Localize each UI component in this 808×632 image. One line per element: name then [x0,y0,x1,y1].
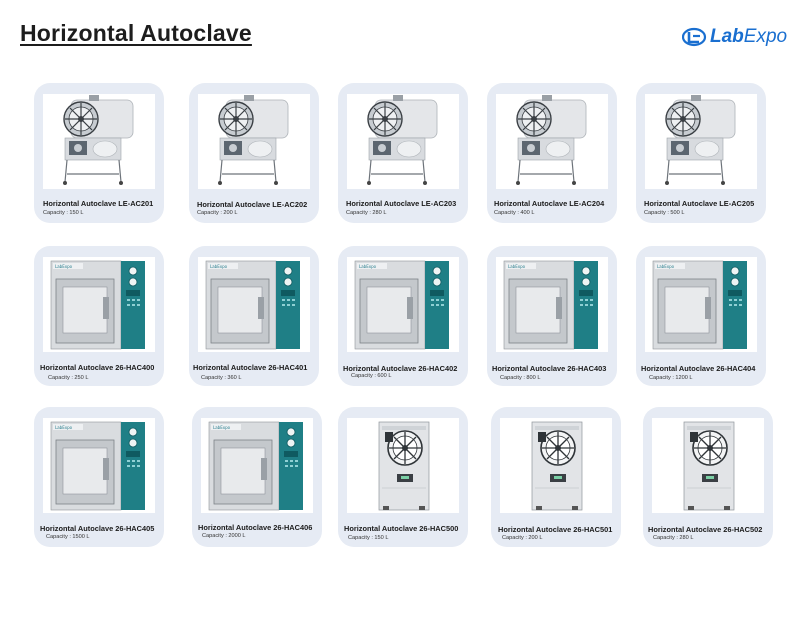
svg-text:LabExpo: LabExpo [213,425,231,430]
product-card[interactable]: Horizontal Autoclave LE-AC204 Capacity : … [487,83,617,223]
product-card[interactable]: Horizontal Autoclave LE-AC202 Capacity : … [189,83,319,223]
product-name: Horizontal Autoclave LE-AC205 [644,199,755,208]
product-name: Horizontal Autoclave 26-HAC502 [648,525,763,534]
product-image [496,94,608,189]
product-image: LabExpo [347,257,459,352]
product-capacity: Capacity : 280 L [346,210,387,216]
product-card[interactable]: Horizontal Autoclave LE-AC201 Capacity : … [34,83,164,223]
product-card[interactable]: LabExpo Horizontal Autoclave 26-HAC401 Ca… [189,246,319,386]
product-capacity: Capacity : 250 L [48,375,89,381]
product-capacity: Capacity : 200 L [502,535,543,541]
product-card[interactable]: LabExpo Horizontal Autoclave 26-HAC405 Ca… [34,407,164,547]
product-name: Horizontal Autoclave 26-HAC406 [198,523,313,532]
product-image: LabExpo [43,257,155,352]
product-image: LabExpo [496,257,608,352]
svg-text:LabExpo: LabExpo [657,264,675,269]
product-image [500,418,612,513]
product-card[interactable]: Horizontal Autoclave LE-AC205 Capacity : … [636,83,766,223]
logo-suffix: Expo [743,26,788,47]
product-capacity: Capacity : 150 L [43,210,84,216]
product-name: Horizontal Autoclave LE-AC201 [43,199,154,208]
product-card[interactable]: Horizontal Autoclave 26-HAC500 Capacity :… [338,407,468,547]
product-card[interactable]: LabExpo Horizontal Autoclave 26-HAC402 Ca… [338,246,468,386]
product-image [652,418,764,513]
product-card[interactable]: LabExpo Horizontal Autoclave 26-HAC406 Ca… [192,407,322,547]
product-image: LabExpo [198,257,310,352]
product-capacity: Capacity : 500 L [644,210,685,216]
product-name: Horizontal Autoclave 26-HAC403 [492,364,607,373]
front-loading-autoclave-illustration: LabExpo [208,421,303,511]
product-card[interactable]: Horizontal Autoclave 26-HAC501 Capacity :… [491,407,621,547]
horizontal-autoclave-illustration [367,95,438,185]
svg-text:LabExpo: LabExpo [55,264,73,269]
svg-text:LabExpo: LabExpo [210,264,228,269]
product-capacity: Capacity : 600 L [351,373,392,379]
product-name: Horizontal Autoclave 26-HAC400 [40,363,155,372]
product-capacity: Capacity : 1500 L [46,534,90,540]
product-name: Horizontal Autoclave 26-HAC405 [40,524,155,533]
svg-text:LabExpo: LabExpo [359,264,377,269]
front-loading-autoclave-illustration: LabExpo [354,260,449,350]
product-name: Horizontal Autoclave 26-HAC500 [344,524,459,533]
product-name: Horizontal Autoclave LE-AC204 [494,199,605,208]
svg-text:LabExpo: LabExpo [55,425,73,430]
product-capacity: Capacity : 1200 L [649,375,693,381]
front-loading-autoclave-illustration: LabExpo [503,260,598,350]
product-name: Horizontal Autoclave 26-HAC402 [343,364,458,373]
product-image: LabExpo [201,418,313,513]
product-image: LabExpo [645,257,757,352]
product-capacity: Capacity : 280 L [653,535,694,541]
product-image [198,94,310,189]
product-card[interactable]: Horizontal Autoclave LE-AC203 Capacity : … [338,83,468,223]
front-loading-autoclave-illustration: LabExpo [50,421,145,511]
product-capacity: Capacity : 400 L [494,210,535,216]
horizontal-autoclave-illustration [665,95,736,185]
product-card[interactable]: LabExpo Horizontal Autoclave 26-HAC400 Ca… [34,246,164,386]
horizontal-autoclave-illustration [516,95,587,185]
labexpo-logo: LabExpo [682,24,787,50]
product-name: Horizontal Autoclave 26-HAC501 [498,525,613,534]
horizontal-autoclave-illustration [218,95,289,185]
front-loading-autoclave-illustration: LabExpo [50,260,145,350]
page-title: Horizontal Autoclave [20,20,252,46]
product-image [347,418,459,513]
product-capacity: Capacity : 360 L [201,375,242,381]
labexpo-logo-icon [682,27,707,47]
product-image [645,94,757,189]
product-name: Horizontal Autoclave 26-HAC404 [641,364,756,373]
product-card[interactable]: LabExpo Horizontal Autoclave 26-HAC403 Ca… [487,246,617,386]
logo-prefix: Lab [710,26,744,47]
cabinet-autoclave-illustration [683,421,735,511]
product-capacity: Capacity : 2000 L [202,533,246,539]
product-card[interactable]: Horizontal Autoclave 26-HAC502 Capacity :… [643,407,773,547]
product-image [43,94,155,189]
product-name: Horizontal Autoclave LE-AC202 [197,200,308,209]
product-image: LabExpo [43,418,155,513]
product-card[interactable]: LabExpo Horizontal Autoclave 26-HAC404 Ca… [636,246,766,386]
product-capacity: Capacity : 150 L [348,535,389,541]
logo-wordmark: LabExpo [710,26,787,48]
svg-text:LabExpo: LabExpo [508,264,526,269]
product-name: Horizontal Autoclave LE-AC203 [346,199,457,208]
product-image [347,94,459,189]
cabinet-autoclave-illustration [531,421,583,511]
horizontal-autoclave-illustration [63,95,134,185]
front-loading-autoclave-illustration: LabExpo [652,260,747,350]
product-capacity: Capacity : 800 L [500,375,541,381]
front-loading-autoclave-illustration: LabExpo [205,260,300,350]
product-capacity: Capacity : 200 L [197,210,238,216]
cabinet-autoclave-illustration [378,421,430,511]
product-name: Horizontal Autoclave 26-HAC401 [193,363,308,372]
